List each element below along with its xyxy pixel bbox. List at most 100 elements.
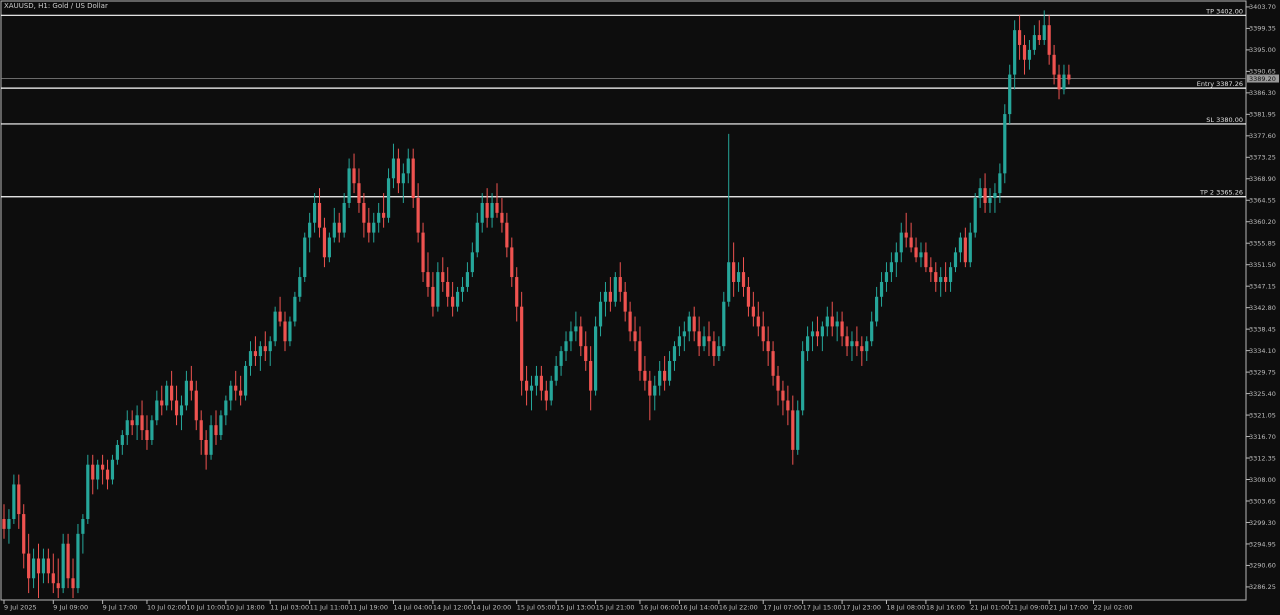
candle-body [357, 183, 361, 203]
candle-body [840, 321, 844, 337]
candlestick-chart[interactable]: 3403.703399.353395.003390.653386.303381.… [0, 0, 1280, 615]
candle-body [1032, 35, 1036, 50]
y-tick-label: 3360.20 [1249, 218, 1276, 226]
candle-body [36, 558, 41, 574]
candle-body [855, 341, 859, 347]
candle-body [998, 173, 1002, 194]
candle-body [944, 277, 948, 282]
candle-body [66, 543, 70, 579]
candle-body [150, 420, 154, 441]
candle-body [465, 272, 470, 287]
candle-body [22, 514, 26, 554]
candle-body [865, 341, 869, 352]
candle-body [372, 222, 376, 233]
candle-body [845, 336, 849, 347]
candle-body [243, 365, 248, 396]
candle-body [983, 188, 987, 203]
candle-body [382, 212, 386, 218]
candle-body [534, 375, 539, 386]
x-tick-label: 10 Jul 02:00 [147, 604, 186, 612]
candle-body [120, 435, 124, 445]
candle-body [490, 202, 494, 218]
candle-body [426, 272, 430, 287]
candle-body [598, 301, 603, 327]
candle-body [623, 291, 627, 312]
x-tick-label: 18 Jul 08:00 [886, 604, 925, 612]
candle-body [174, 400, 179, 416]
candle-body [579, 326, 583, 347]
candle-body [825, 316, 829, 327]
candle-body [480, 202, 484, 223]
candle-body [1037, 35, 1041, 41]
y-tick-label: 3347.15 [1249, 282, 1276, 290]
x-tick-label: 16 Jul 06:00 [640, 604, 679, 612]
candle-body [130, 420, 134, 426]
candle-body [1017, 30, 1022, 45]
candle-body [179, 405, 184, 416]
candle-body [904, 232, 908, 238]
candle-body [268, 341, 272, 352]
candle-body [820, 326, 824, 337]
candle-body [791, 410, 795, 450]
candle-body [978, 188, 982, 199]
candle-body [805, 336, 810, 352]
candle-body [1057, 74, 1061, 90]
x-tick-label: 14 Jul 04:00 [393, 604, 432, 612]
candle-body [697, 331, 701, 347]
candle-body [455, 291, 460, 307]
candle-body [125, 420, 129, 436]
candle-body [248, 351, 253, 366]
candle-body [894, 252, 898, 263]
y-tick-label: 3290.60 [1249, 562, 1276, 570]
candle-body [663, 370, 667, 381]
candle-body [815, 331, 820, 337]
candle-body [638, 341, 642, 371]
candle-body [288, 321, 292, 342]
y-tick-label: 3316.70 [1249, 433, 1276, 441]
candle-body [500, 212, 504, 223]
level-label: TP 2 3365.26 [1199, 189, 1243, 197]
y-tick-label: 3329.75 [1249, 368, 1276, 376]
candle-body [278, 311, 282, 322]
candle-body [569, 331, 573, 342]
candle-body [1013, 30, 1017, 75]
candle-body [707, 336, 711, 342]
candle-body [574, 326, 578, 332]
candle-body [919, 252, 923, 258]
candle-body [406, 158, 410, 174]
candle-body [801, 351, 805, 411]
candle-body [973, 198, 977, 233]
candle-body [1042, 25, 1046, 41]
current-price-label: 3389.20 [1249, 75, 1276, 83]
candle-body [1052, 54, 1056, 75]
candle-body [672, 346, 677, 361]
y-tick-label: 3312.35 [1249, 454, 1276, 462]
candle-body [485, 202, 489, 218]
x-tick-label: 21 Jul 09:00 [1010, 604, 1049, 612]
candle-body [96, 464, 100, 480]
candle-body [219, 415, 223, 436]
candle-body [702, 336, 706, 347]
candle-body [618, 277, 622, 292]
candle-body [1003, 114, 1007, 174]
candle-body [520, 306, 524, 381]
y-tick-label: 3351.50 [1249, 261, 1276, 269]
candle-body [239, 390, 243, 396]
y-tick-label: 3364.55 [1249, 197, 1276, 205]
candle-body [253, 351, 258, 357]
candle-body [46, 558, 50, 574]
candle-body [722, 301, 726, 347]
candle-body [401, 173, 405, 184]
candle-body [529, 385, 534, 391]
candle-body [741, 272, 746, 287]
x-tick-label: 15 Jul 21:00 [596, 604, 635, 612]
x-tick-label: 10 Jul 18:00 [226, 604, 265, 612]
x-tick-label: 11 Jul 19:00 [349, 604, 388, 612]
y-tick-label: 3355.85 [1249, 240, 1276, 248]
candle-body [184, 380, 189, 406]
candle-body [756, 316, 760, 327]
candle-body [421, 232, 425, 273]
candle-body [968, 232, 972, 263]
y-tick-label: 3386.30 [1249, 89, 1276, 97]
candle-body [643, 370, 647, 381]
